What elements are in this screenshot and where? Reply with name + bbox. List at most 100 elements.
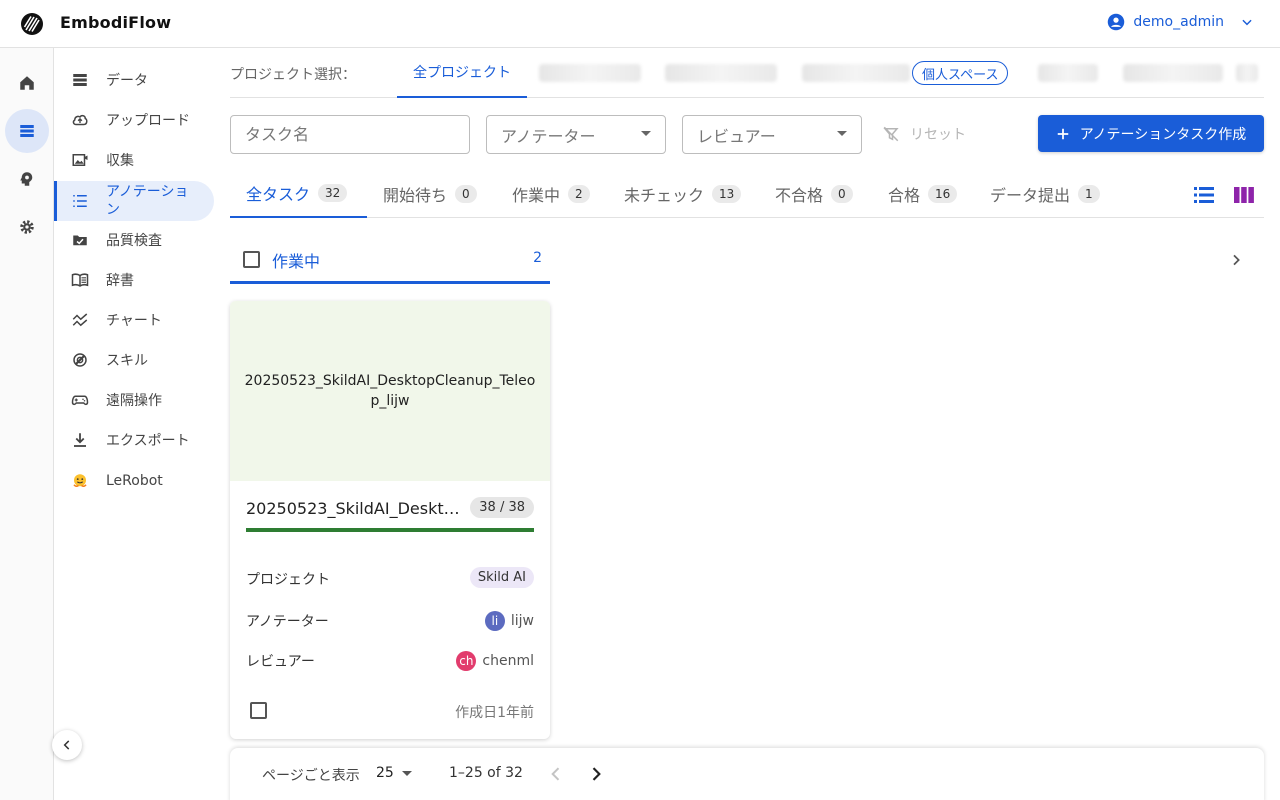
icon-rail [0, 48, 54, 800]
tab-count-badge: 0 [831, 185, 853, 203]
sidebar-item-quality[interactable]: 品質検査 [54, 220, 214, 260]
tab-count-badge: 13 [712, 185, 742, 203]
tab-all-projects[interactable]: 全プロジェクト [397, 48, 527, 98]
sidebar-item-label: 辞書 [106, 273, 134, 289]
create-task-label: アノテーションタスク作成 [1079, 126, 1247, 143]
sidebar-item-label: 収集 [106, 153, 134, 169]
annotator-select-label: アノテーター [501, 126, 596, 146]
hugging-face-icon [73, 474, 87, 487]
brain-head-icon [20, 172, 33, 186]
quality-check-icon [73, 235, 87, 246]
sidebar-item-label: アップロード [106, 113, 190, 129]
select-task-checkbox[interactable] [250, 702, 267, 719]
task-card[interactable]: 20250523_SkildAI_DesktopCleanup_Teleop_l… [230, 301, 550, 739]
tab-all-tasks[interactable]: 全タスク 32 [230, 170, 367, 218]
list-view-icon[interactable] [1194, 186, 1214, 204]
list-numbered-icon [73, 195, 87, 207]
sidebar-item-teleop[interactable]: 遠隔操作 [54, 380, 214, 420]
sidebar-item-upload[interactable]: アップロード [54, 100, 214, 140]
sidebar-item-skill[interactable]: スキル [54, 340, 214, 380]
sidebar-item-label: スキル [106, 353, 148, 369]
user-menu[interactable]: demo_admin [1107, 13, 1254, 31]
skill-icon [73, 353, 87, 367]
progress-count-chip: 38 / 38 [470, 497, 534, 518]
sidebar-item-annotation[interactable]: アノテーション [54, 181, 214, 221]
sidebar-item-data[interactable]: データ [54, 60, 214, 100]
top-header: EmbodiFlow demo_admin [0, 0, 1280, 48]
sidebar-item-label: エクスポート [106, 433, 190, 449]
reset-filters-button[interactable]: リセット [882, 124, 966, 144]
gamepad-icon [71, 395, 89, 406]
account-circle-icon [1108, 13, 1125, 31]
chevron-right-icon[interactable] [1228, 252, 1244, 268]
download-icon [74, 433, 86, 447]
task-name-field[interactable] [230, 115, 470, 154]
sidebar-item-lerobot[interactable]: LeRobot [54, 461, 214, 501]
sidebar-item-label: チャート [106, 313, 162, 329]
tab-count-badge: 1 [1078, 185, 1100, 203]
tab-rejected[interactable]: 不合格 0 [775, 170, 853, 218]
task-name-input[interactable] [245, 125, 469, 144]
tab-data-submitted[interactable]: データ提出 1 [990, 170, 1100, 218]
sidebar-item-chart[interactable]: チャート [54, 300, 214, 340]
rows-per-page-select[interactable]: 25 [376, 765, 412, 781]
home-icon [20, 76, 34, 90]
prev-page-icon[interactable] [546, 764, 566, 784]
select-column-checkbox[interactable] [243, 251, 260, 268]
rows-per-page-label: ページごと表示 [262, 768, 360, 784]
column-count: 2 [533, 250, 542, 266]
plus-icon [1057, 128, 1069, 139]
project-tab-redacted[interactable] [1038, 64, 1098, 82]
kanban-view-icon[interactable] [1234, 186, 1254, 204]
reviewer-info: ch chenml [456, 651, 534, 671]
cloud-upload-icon [72, 114, 88, 126]
annotator-select[interactable]: アノテーター [486, 115, 666, 154]
tab-waiting[interactable]: 開始待ち 0 [383, 170, 477, 218]
reviewer-select-label: レビュアー [697, 126, 776, 146]
sidebar-item-collect[interactable]: 収集 [54, 140, 214, 180]
sidebar-item-label: LeRobot [106, 473, 163, 489]
project-tab-redacted[interactable] [1123, 64, 1223, 82]
progress-bar-fill [246, 528, 534, 532]
chevron-left-icon [63, 740, 70, 750]
rail-home-button[interactable] [5, 61, 49, 105]
rail-model-button[interactable] [5, 157, 49, 201]
project-chip: Skild AI [469, 567, 534, 588]
rail-settings-button[interactable] [5, 205, 49, 249]
dropdown-arrow-icon [641, 131, 651, 136]
collapse-sidebar-button[interactable] [52, 730, 82, 760]
chevron-down-icon [1242, 19, 1252, 26]
next-page-icon[interactable] [586, 764, 606, 784]
page-range: 1–25 of 32 [449, 765, 523, 781]
task-thumbnail[interactable]: 20250523_SkildAI_DesktopCleanup_Teleop_l… [230, 301, 550, 481]
user-name: demo_admin [1133, 14, 1224, 30]
reviewer-select[interactable]: レビュアー [682, 115, 862, 154]
tab-in-progress[interactable]: 作業中 2 [512, 170, 590, 218]
sidebar-item-label: 遠隔操作 [106, 393, 162, 409]
dropdown-arrow-icon [837, 131, 847, 136]
rail-data-button[interactable] [5, 109, 49, 153]
project-tab-redacted[interactable] [802, 64, 910, 82]
progress-bar [246, 528, 534, 532]
sidebar-item-label: アノテーション [106, 184, 189, 218]
column-title: 作業中 [272, 252, 321, 271]
pagination-bar: ページごと表示 25 1–25 of 32 [230, 748, 1264, 800]
project-tab-redacted[interactable] [539, 64, 641, 82]
personal-space-chip[interactable]: 個人スペース [912, 61, 1009, 85]
sidebar-item-label: データ [106, 73, 148, 89]
sidebar-item-dictionary[interactable]: 辞書 [54, 260, 214, 300]
project-tab-redacted[interactable] [665, 64, 777, 82]
database-icon [73, 74, 87, 86]
tab-passed[interactable]: 合格 16 [888, 170, 958, 218]
create-annotation-task-button[interactable]: アノテーションタスク作成 [1038, 115, 1264, 152]
embodiflow-logo-icon [21, 13, 43, 35]
sidebar-item-export[interactable]: エクスポート [54, 420, 214, 460]
storage-icon [20, 125, 34, 137]
tab-unchecked[interactable]: 未チェック 13 [624, 170, 742, 218]
annotator-info: li lijw [484, 611, 534, 631]
project-tab-redacted[interactable] [1236, 64, 1258, 82]
sidebar-item-label: 品質検査 [106, 233, 162, 249]
status-tabs: 全タスク 32 開始待ち 0 作業中 2 未チェック 13 不合格 0 合格 16 データ提… [230, 170, 1264, 218]
chart-line-icon [72, 313, 88, 327]
task-title: 20250523_SkildAI_DesktopCleanup_Teleop_l… [246, 499, 468, 518]
